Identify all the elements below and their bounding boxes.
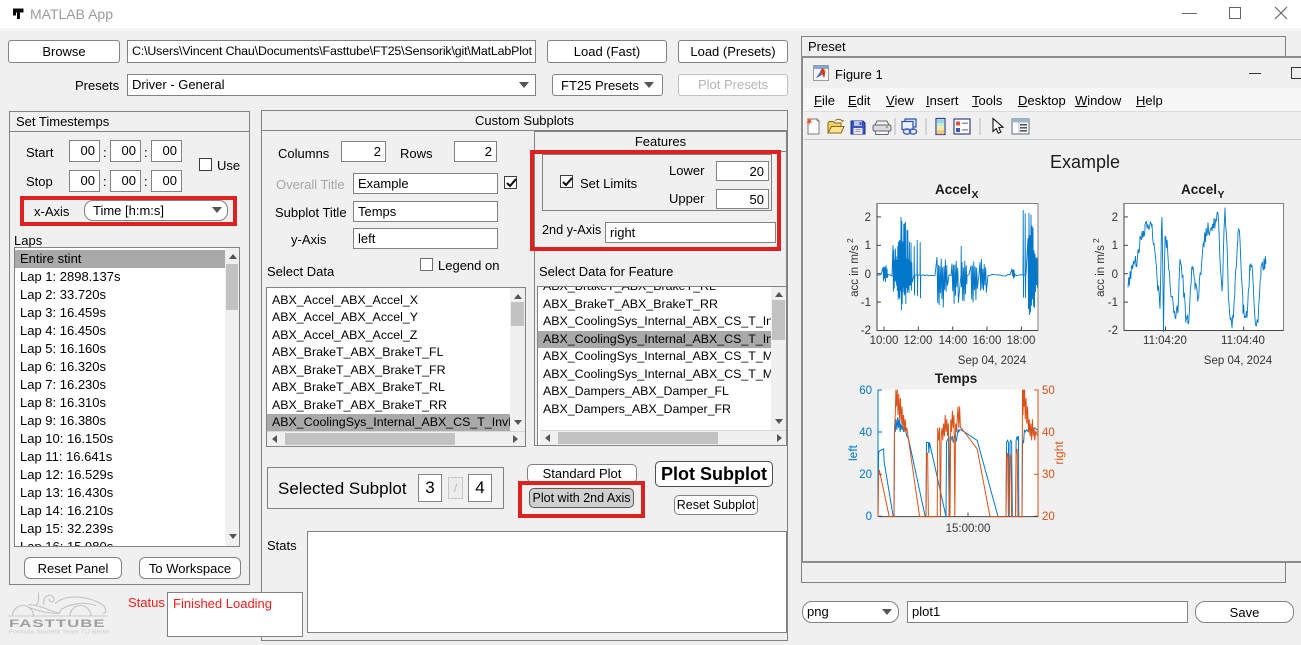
svg-text:50: 50 — [1042, 385, 1055, 397]
svg-text:Sep 04, 2024: Sep 04, 2024 — [958, 355, 1027, 367]
svg-text:60: 60 — [859, 385, 872, 397]
svg-text:0: 0 — [866, 511, 872, 523]
svg-text:Accel: Accel — [1181, 182, 1217, 197]
svg-text:left: left — [846, 444, 860, 461]
svg-text:2: 2 — [845, 238, 855, 243]
svg-text:11:04:40: 11:04:40 — [1221, 335, 1265, 347]
svg-text:18:00: 18:00 — [1007, 335, 1036, 347]
svg-text:20: 20 — [1042, 511, 1055, 523]
svg-text:0: 0 — [865, 269, 871, 281]
svg-text:2: 2 — [1091, 238, 1101, 243]
svg-text:20: 20 — [859, 469, 872, 481]
svg-text:Y: Y — [1217, 189, 1224, 201]
svg-text:0: 0 — [1112, 269, 1118, 281]
svg-text:right: right — [1052, 441, 1066, 465]
svg-text:14:00: 14:00 — [939, 335, 968, 347]
svg-text:10:00: 10:00 — [870, 335, 899, 347]
svg-text:Temps: Temps — [935, 371, 978, 386]
svg-text:X: X — [971, 189, 978, 201]
svg-text:11:04:20: 11:04:20 — [1143, 335, 1187, 347]
svg-text:acc in m/s: acc in m/s — [849, 245, 861, 297]
svg-text:-1: -1 — [1108, 297, 1118, 309]
svg-text:Example: Example — [1050, 152, 1120, 172]
svg-text:acc in m/s: acc in m/s — [1095, 245, 1107, 297]
svg-text:-1: -1 — [861, 297, 871, 309]
svg-text:2: 2 — [865, 212, 871, 224]
svg-text:1: 1 — [1112, 240, 1118, 252]
svg-text:1: 1 — [865, 240, 871, 252]
svg-text:Accel: Accel — [935, 182, 971, 197]
svg-text:-2: -2 — [1108, 325, 1118, 337]
svg-text:Sep 04, 2024: Sep 04, 2024 — [1204, 355, 1273, 367]
svg-text:40: 40 — [859, 427, 872, 439]
svg-text:40: 40 — [1042, 427, 1055, 439]
svg-text:2: 2 — [1112, 212, 1118, 224]
svg-text:16:00: 16:00 — [973, 335, 1002, 347]
svg-text:12:00: 12:00 — [904, 335, 933, 347]
svg-text:15:00:00: 15:00:00 — [946, 523, 991, 535]
svg-text:30: 30 — [1042, 469, 1055, 481]
svg-text:Formula Student Team TU Berlin: Formula Student Team TU Berlin — [9, 629, 110, 635]
